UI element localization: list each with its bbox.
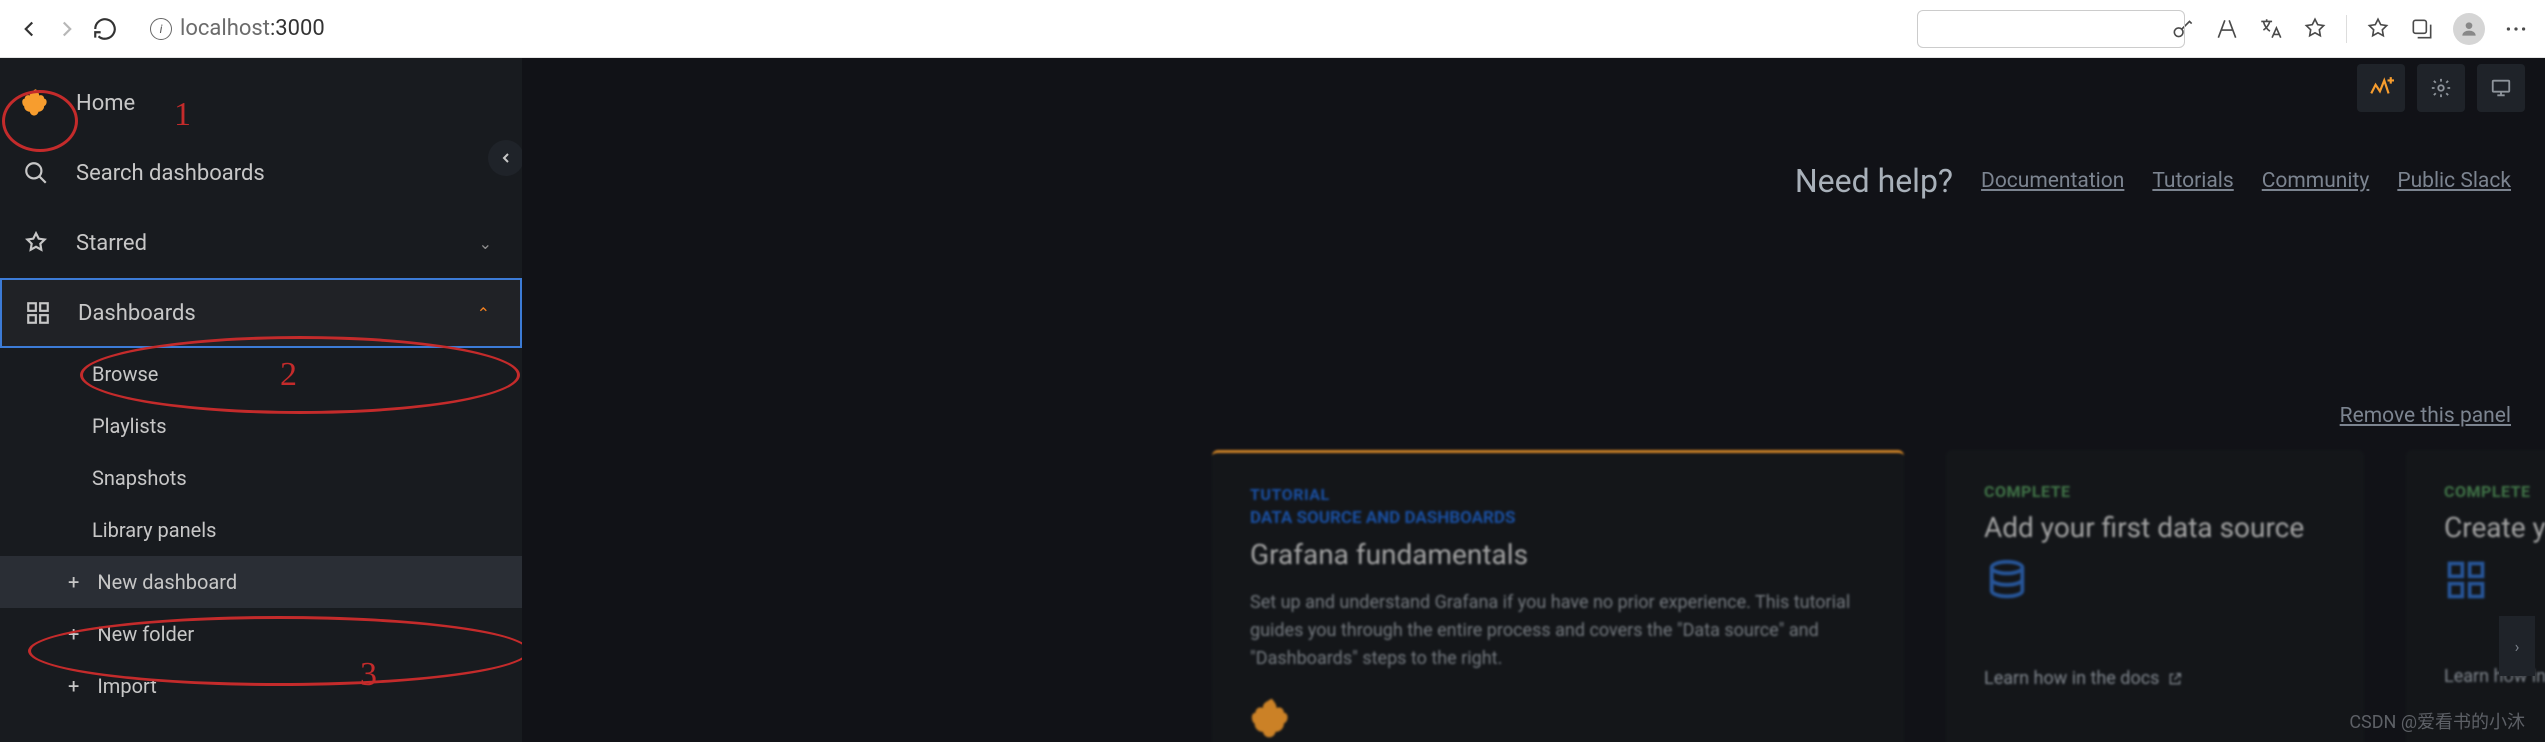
add-panel-button[interactable] <box>2357 64 2405 112</box>
dashboards-label: Dashboards <box>78 301 196 326</box>
scroll-right-button[interactable]: › <box>2499 616 2535 676</box>
star-icon <box>20 227 52 259</box>
forward-icon <box>54 16 80 42</box>
remove-panel-link[interactable]: Remove this panel <box>2340 404 2511 428</box>
help-link-documentation[interactable]: Documentation <box>1981 169 2124 193</box>
card-eyebrow: COMPLETE <box>2444 482 2545 501</box>
sidebar-sub-snapshots[interactable]: Snapshots <box>0 452 522 504</box>
sidebar-sub-browse[interactable]: Browse <box>0 348 522 400</box>
plus-icon: + <box>68 674 79 698</box>
favorites-star-icon[interactable] <box>2365 16 2391 42</box>
dashboards-icon <box>22 297 54 329</box>
card-title: Create your first dashboard <box>2444 511 2545 544</box>
card-eyebrow: TUTORIAL <box>1250 485 1866 504</box>
card-subtitle: DATA SOURCE AND DASHBOARDS <box>1250 508 1866 528</box>
starred-label: Starred <box>76 231 147 256</box>
database-icon <box>1984 558 2326 608</box>
browser-chrome: i localhost:3000 <box>0 0 2545 58</box>
more-icon[interactable] <box>2503 16 2529 42</box>
profile-avatar[interactable] <box>2453 13 2485 45</box>
favorite-icon[interactable] <box>2302 16 2328 42</box>
apps-icon <box>2444 558 2545 606</box>
help-row: Need help? Documentation Tutorials Commu… <box>1795 162 2511 200</box>
chevron-up-icon: ⌃ <box>477 304 490 323</box>
home-label: Home <box>76 91 135 116</box>
info-icon[interactable]: i <box>150 18 172 40</box>
help-link-community[interactable]: Community <box>2262 169 2370 193</box>
browser-nav <box>16 16 118 42</box>
main-content: Need help? Documentation Tutorials Commu… <box>522 58 2545 742</box>
sidebar-sub-playlists[interactable]: Playlists <box>0 400 522 452</box>
settings-button[interactable] <box>2417 64 2465 112</box>
grafana-logo-icon <box>20 87 52 119</box>
refresh-icon[interactable] <box>92 16 118 42</box>
sidebar-sub-new-folder[interactable]: +New folder <box>0 608 522 660</box>
read-aloud-icon[interactable] <box>2214 16 2240 42</box>
search-icon <box>20 157 52 189</box>
page-top-actions <box>2357 64 2525 112</box>
help-link-tutorials[interactable]: Tutorials <box>2152 169 2233 193</box>
card-title: Add your first data source <box>1984 511 2326 544</box>
card-create-dashboard[interactable]: COMPLETE Create your first dashboard Lea… <box>2406 450 2545 742</box>
collections-icon[interactable] <box>2409 16 2435 42</box>
monitor-button[interactable] <box>2477 64 2525 112</box>
watermark: CSDN @爱看书的小沐 <box>2349 708 2525 734</box>
chevron-down-icon: ⌄ <box>479 234 492 253</box>
card-eyebrow: COMPLETE <box>1984 482 2326 501</box>
edge-search-hint <box>1917 10 2185 48</box>
back-icon[interactable] <box>16 16 42 42</box>
url-text: localhost:3000 <box>180 16 325 41</box>
browser-toolbar <box>2170 13 2529 45</box>
help-title: Need help? <box>1795 162 1953 200</box>
card-body: Set up and understand Grafana if you hav… <box>1250 589 1866 673</box>
sidebar-sub-new-dashboard[interactable]: +New dashboard <box>0 556 522 608</box>
sidebar-sub-import[interactable]: +Import <box>0 660 522 712</box>
onboarding-cards: TUTORIAL DATA SOURCE AND DASHBOARDS Graf… <box>1212 450 2545 742</box>
card-tutorial[interactable]: TUTORIAL DATA SOURCE AND DASHBOARDS Graf… <box>1212 450 1904 742</box>
plus-icon: + <box>68 570 79 594</box>
sidebar-sub-library[interactable]: Library panels <box>0 504 522 556</box>
learn-link[interactable]: Learn how in the docs <box>1984 668 2326 689</box>
sidebar-item-home[interactable]: Home <box>0 68 522 138</box>
card-title: Grafana fundamentals <box>1250 538 1866 571</box>
search-label: Search dashboards <box>76 161 265 186</box>
grafana-icon <box>1250 697 1294 741</box>
help-link-slack[interactable]: Public Slack <box>2397 169 2511 193</box>
sidebar-item-dashboards[interactable]: Dashboards ⌃ <box>0 278 522 348</box>
translate-icon[interactable] <box>2258 16 2284 42</box>
sidebar-item-search[interactable]: Search dashboards <box>0 138 522 208</box>
sidebar-item-starred[interactable]: Starred ⌄ <box>0 208 522 278</box>
sidebar: Home Search dashboards Starred ⌄ Dashboa… <box>0 58 522 742</box>
plus-icon: + <box>68 622 79 646</box>
collapse-sidebar-button[interactable] <box>488 140 524 176</box>
card-add-datasource[interactable]: COMPLETE Add your first data source Lear… <box>1946 450 2364 742</box>
url-bar[interactable]: i localhost:3000 <box>142 11 2162 47</box>
